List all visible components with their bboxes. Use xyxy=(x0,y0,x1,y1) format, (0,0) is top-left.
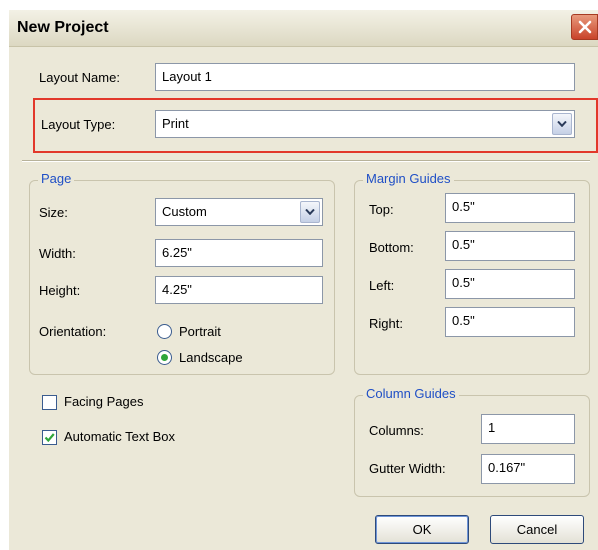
top-label: Top: xyxy=(369,202,394,217)
columns-input[interactable]: 1 xyxy=(481,414,575,444)
automatic-text-box-checkbox[interactable] xyxy=(42,430,57,445)
page-group-title: Page xyxy=(38,171,75,186)
close-icon xyxy=(578,20,592,34)
width-input[interactable]: 6.25" xyxy=(155,239,323,267)
portrait-label[interactable]: Portrait xyxy=(179,324,221,339)
ok-button[interactable]: OK xyxy=(375,515,469,544)
bottom-label: Bottom: xyxy=(369,240,414,255)
bottom-input[interactable]: 0.5" xyxy=(445,231,575,261)
margin-guides-title: Margin Guides xyxy=(363,171,454,186)
checkmark-icon xyxy=(44,433,55,443)
chevron-down-icon xyxy=(557,121,567,127)
size-label: Size: xyxy=(39,205,68,220)
right-input[interactable]: 0.5" xyxy=(445,307,575,337)
left-label: Left: xyxy=(369,278,395,293)
gutter-width-input[interactable]: 0.167" xyxy=(481,454,575,484)
gutter-width-label: Gutter Width: xyxy=(369,461,446,476)
layout-name-label: Layout Name: xyxy=(39,70,120,85)
height-label: Height: xyxy=(39,283,81,298)
left-input[interactable]: 0.5" xyxy=(445,269,575,299)
landscape-label[interactable]: Landscape xyxy=(179,350,243,365)
landscape-radio[interactable] xyxy=(157,350,172,365)
close-button[interactable] xyxy=(571,14,598,40)
separator-line xyxy=(22,160,590,162)
columns-label: Columns: xyxy=(369,423,424,438)
column-guides-title: Column Guides xyxy=(363,386,459,401)
cancel-button[interactable]: Cancel xyxy=(490,515,584,544)
orientation-label: Orientation: xyxy=(39,324,107,339)
size-value: Custom xyxy=(162,204,207,219)
layout-name-input[interactable]: Layout 1 xyxy=(155,63,575,91)
size-select[interactable]: Custom xyxy=(155,198,323,226)
layout-type-value: Print xyxy=(162,116,189,131)
facing-pages-checkbox[interactable] xyxy=(42,395,57,410)
automatic-text-box-label[interactable]: Automatic Text Box xyxy=(64,429,175,444)
chevron-down-icon xyxy=(305,209,315,215)
portrait-radio[interactable] xyxy=(157,324,172,339)
dialog-title: New Project xyxy=(17,19,109,36)
top-input[interactable]: 0.5" xyxy=(445,193,575,223)
new-project-dialog: New Project Layout Name: Layout 1 Layout… xyxy=(9,10,598,550)
facing-pages-label[interactable]: Facing Pages xyxy=(64,394,144,409)
height-input[interactable]: 4.25" xyxy=(155,276,323,304)
title-bar[interactable]: New Project xyxy=(9,10,598,47)
width-label: Width: xyxy=(39,246,76,261)
layout-type-select[interactable]: Print xyxy=(155,110,575,138)
layout-type-label: Layout Type: xyxy=(41,117,116,132)
size-dropdown-button[interactable] xyxy=(300,201,320,223)
right-label: Right: xyxy=(369,316,403,331)
layout-type-dropdown-button[interactable] xyxy=(552,113,572,135)
